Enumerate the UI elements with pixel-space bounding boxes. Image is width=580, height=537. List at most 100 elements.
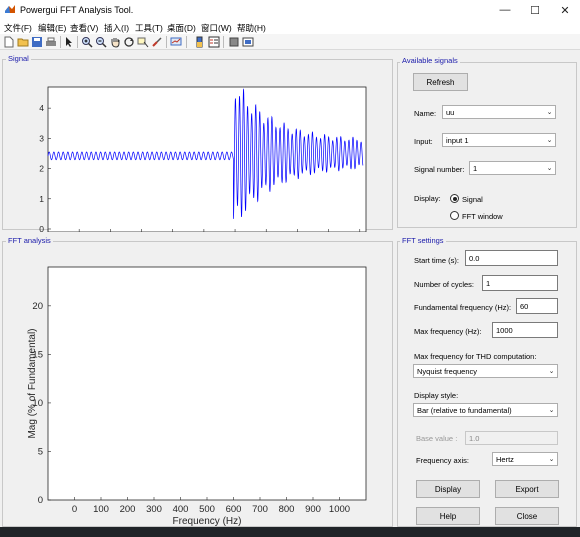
- input-label: Input:: [414, 137, 433, 146]
- menu-edit[interactable]: 编辑(E): [38, 22, 66, 34]
- fft-x-tick-label: 800: [279, 504, 295, 515]
- menu-window[interactable]: 窗口(W): [201, 22, 232, 34]
- menu-tools[interactable]: 工具(T): [135, 22, 163, 34]
- thd-frequency-select[interactable]: Nyquist frequency ⌄: [413, 364, 558, 378]
- display-fft-window-label: FFT window: [462, 212, 503, 221]
- chevron-down-icon: ⌄: [546, 109, 553, 116]
- open-file-icon[interactable]: [17, 36, 29, 48]
- zoom-out-icon[interactable]: [95, 36, 107, 48]
- arrow-select-icon[interactable]: [63, 36, 75, 48]
- menu-bar: 文件(F) 编辑(E) 查看(V) 插入(I) 工具(T) 桌面(D) 窗口(W…: [0, 20, 580, 34]
- signal-plot[interactable]: 0100200300400500600700800900100001234: [0, 50, 395, 232]
- frequency-axis-value: Hertz: [496, 454, 514, 464]
- display-style-select[interactable]: Bar (relative to fundamental) ⌄: [413, 403, 558, 417]
- legend-icon[interactable]: [208, 36, 220, 48]
- maximize-button[interactable]: ☐: [520, 0, 550, 20]
- display-label: Display:: [414, 194, 441, 203]
- rotate-3d-icon[interactable]: [123, 36, 135, 48]
- thd-frequency-value: Nyquist frequency: [417, 366, 478, 376]
- signal-y-tick-label: 1: [39, 194, 44, 204]
- chevron-down-icon: ⌄: [546, 165, 553, 172]
- fft-plot[interactable]: 0 100 200 300 400 500 600 700 800 900 100005101520…: [0, 236, 395, 527]
- chevron-down-icon: ⌄: [548, 407, 555, 414]
- menu-view[interactable]: 查看(V): [70, 22, 98, 34]
- menu-help[interactable]: 帮助(H): [237, 22, 266, 34]
- fft-settings-title: FFT settings: [400, 236, 446, 245]
- pan-hand-icon[interactable]: [109, 36, 121, 48]
- fft-y-tick-label: 0: [38, 495, 43, 506]
- fft-axes: [47, 266, 367, 501]
- cycles-label: Number of cycles:: [414, 280, 475, 289]
- window-title: Powergui FFT Analysis Tool.: [20, 5, 134, 15]
- fft-y-tick-label: 5: [38, 446, 43, 457]
- name-label: Name:: [414, 109, 437, 118]
- menu-desktop[interactable]: 桌面(D): [167, 22, 196, 34]
- base-value-input: 1.0: [465, 431, 558, 445]
- fft-x-tick-label: 600: [226, 504, 242, 515]
- signal-axes: [47, 86, 367, 232]
- fft-x-axis-label: Frequency (Hz): [173, 516, 242, 527]
- fft-x-tick-label: 900: [305, 504, 321, 515]
- max-frequency-label: Max frequency (Hz):: [414, 327, 482, 336]
- signal-y-tick-label: 2: [39, 164, 44, 174]
- print-icon[interactable]: [45, 36, 57, 48]
- start-time-label: Start time (s):: [414, 256, 460, 265]
- fft-x-tick-label: 1000: [329, 504, 350, 515]
- minimize-button[interactable]: —: [490, 0, 520, 20]
- refresh-button[interactable]: Refresh: [413, 73, 468, 91]
- chevron-down-icon: ⌄: [548, 368, 555, 375]
- signal-y-tick-label: 3: [39, 133, 44, 143]
- fft-y-tick-label: 20: [32, 301, 43, 312]
- zoom-in-icon[interactable]: [81, 36, 93, 48]
- fft-x-tick-label: 500: [199, 504, 215, 515]
- display-button[interactable]: Display: [416, 480, 480, 498]
- frequency-axis-select[interactable]: Hertz ⌄: [492, 452, 558, 466]
- title-bar: Powergui FFT Analysis Tool. — ☐ ✕: [0, 0, 580, 20]
- chevron-down-icon: ⌄: [546, 137, 553, 144]
- help-button[interactable]: Help: [416, 507, 480, 525]
- new-file-icon[interactable]: [3, 36, 15, 48]
- fundamental-frequency-input[interactable]: 60: [516, 298, 558, 314]
- show-plot-tools-icon[interactable]: [242, 36, 254, 48]
- hide-plot-tools-icon[interactable]: [228, 36, 240, 48]
- start-time-input[interactable]: 0.0: [465, 250, 558, 266]
- toolbar: [0, 34, 580, 50]
- menu-file[interactable]: 文件(F): [4, 22, 32, 34]
- signal-y-tick-label: 4: [39, 103, 44, 113]
- matlab-logo-icon: [5, 5, 15, 13]
- export-button[interactable]: Export: [495, 480, 559, 498]
- save-icon[interactable]: [31, 36, 43, 48]
- brush-icon[interactable]: [151, 36, 163, 48]
- link-plot-icon[interactable]: [170, 36, 182, 48]
- cycles-input[interactable]: 1: [482, 275, 558, 291]
- max-frequency-input[interactable]: 1000: [492, 322, 558, 338]
- fft-x-tick-label: 400: [173, 504, 189, 515]
- input-select-value: input 1: [446, 135, 469, 145]
- display-signal-label: Signal: [462, 195, 483, 204]
- signal-number-label: Signal number:: [414, 165, 465, 174]
- display-style-label: Display style:: [414, 391, 459, 400]
- signal-number-select[interactable]: 1 ⌄: [469, 161, 556, 175]
- input-select[interactable]: input 1 ⌄: [442, 133, 556, 147]
- close-window-button[interactable]: ✕: [550, 0, 580, 20]
- display-fft-window-radio[interactable]: [450, 211, 459, 220]
- fft-x-tick-label: 200: [120, 504, 136, 515]
- fundamental-frequency-label: Fundamental frequency (Hz):: [414, 303, 512, 312]
- base-value-label: Base value :: [416, 434, 458, 443]
- colorbar-icon[interactable]: [194, 36, 206, 48]
- menu-insert[interactable]: 插入(I): [104, 22, 129, 34]
- signal-number-value: 1: [473, 163, 478, 173]
- fft-x-tick-label: 0: [72, 504, 77, 515]
- display-signal-radio[interactable]: [450, 194, 459, 203]
- fft-x-tick-label: 100: [93, 504, 109, 515]
- name-select[interactable]: uu ⌄: [442, 105, 556, 119]
- name-select-value: uu: [446, 107, 455, 117]
- fft-y-axis-label: Mag (% of Fundamental): [27, 328, 38, 438]
- fft-x-tick-label: 300: [146, 504, 162, 515]
- data-cursor-icon[interactable]: [137, 36, 149, 48]
- taskbar: [0, 527, 580, 537]
- fft-x-tick-label: 700: [252, 504, 268, 515]
- display-style-value: Bar (relative to fundamental): [417, 405, 512, 415]
- chevron-down-icon: ⌄: [548, 456, 555, 463]
- close-button[interactable]: Close: [495, 507, 559, 525]
